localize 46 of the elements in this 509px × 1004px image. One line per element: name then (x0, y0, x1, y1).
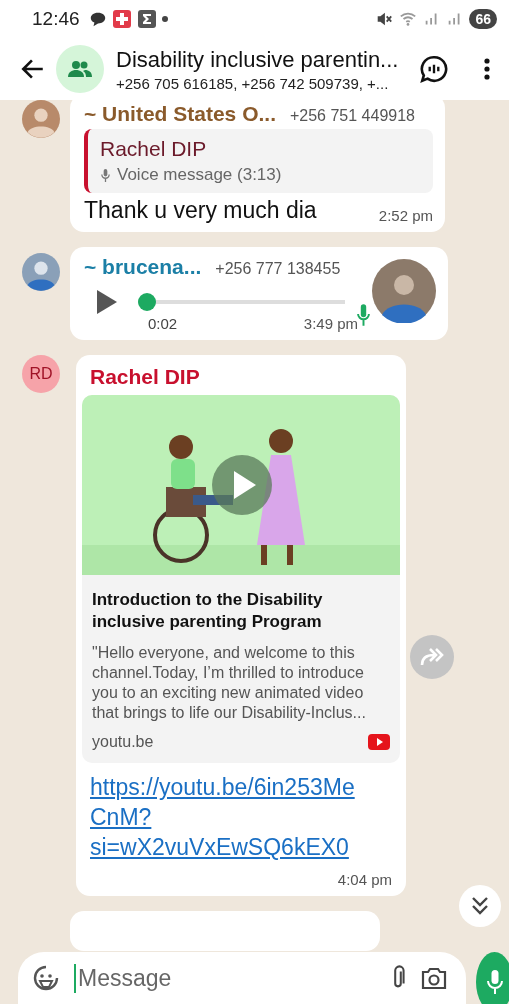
medical-app-icon (111, 9, 132, 29)
wifi-icon (398, 10, 419, 28)
quoted-text: Voice message (3:13) (117, 165, 282, 185)
avatar-initials[interactable]: RD (22, 355, 60, 393)
record-voice-button[interactable] (476, 952, 509, 1004)
mute-icon (375, 10, 394, 28)
camera-icon[interactable] (420, 965, 448, 991)
preview-title: Introduction to the Disability inclusive parenting Program (92, 589, 324, 634)
sender-name: Rachel DIP (89, 364, 201, 390)
microphone-icon (357, 303, 370, 327)
chat-title[interactable]: Disability inclusive parentin... (116, 46, 397, 73)
dot-icon (161, 16, 168, 22)
group-avatar-icon[interactable] (56, 45, 104, 93)
sigma-app-icon (136, 9, 157, 29)
play-button-icon[interactable] (212, 455, 272, 515)
sender-phone: +256 751 449918 (289, 107, 415, 125)
chat-members: +256 705 616185, +256 742 509739, +... (116, 74, 390, 92)
menu-icon[interactable] (483, 57, 491, 81)
message-time: 4:04 pm (337, 870, 392, 888)
message-time: 2:52 pm (378, 207, 433, 224)
avatar-icon (372, 259, 436, 323)
status-time: 12:46 (32, 8, 80, 30)
message-input[interactable]: Message (74, 963, 376, 993)
microphone-icon (486, 969, 503, 995)
quoted-sender: Rachel DIP (100, 137, 208, 161)
message-time: 3:49 pm (303, 315, 358, 332)
link-preview-card[interactable] (82, 395, 400, 764)
scroll-down-icon[interactable] (459, 885, 501, 927)
preview-description: "Hello everyone, and welcome to this channel.Today, I’m thrilled to introduce you to an exciting new animated video that brings to life our Disability-Inclus... (92, 643, 367, 724)
message-field[interactable]: Message (18, 952, 466, 1004)
sender-phone: +256 777 138455 (215, 260, 341, 278)
sticker-icon[interactable] (32, 964, 60, 992)
sender-name: ~ brucena... (84, 255, 202, 279)
preview-domain: youtu.be (92, 733, 154, 752)
voice-chat-icon[interactable] (419, 54, 449, 84)
message-text: Thank u very much dia (84, 197, 317, 224)
quoted-message[interactable]: Rachel DIP Voice message (3:13) (84, 129, 433, 193)
battery-level: 66 (469, 9, 497, 29)
message-link[interactable]: https://youtu.be/6in253MeCnM?si=wX2vuVxEwSQ6kEX0 (90, 773, 360, 863)
voice-duration: 0:02 (148, 315, 178, 332)
sender-name: ~ United States O... (84, 102, 276, 126)
progress-thumb[interactable] (138, 293, 156, 311)
video-logo-icon (368, 734, 390, 751)
chat-notification-icon (88, 10, 107, 28)
avatar-icon[interactable] (22, 253, 60, 291)
microphone-icon (100, 167, 111, 183)
